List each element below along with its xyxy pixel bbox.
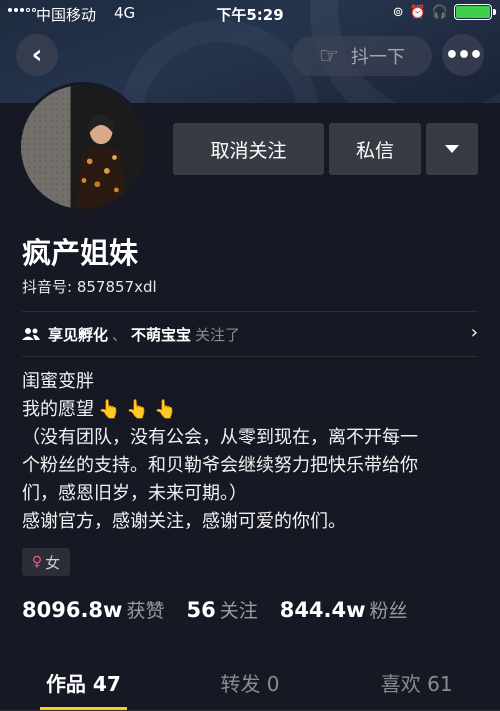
bio-line: （没有团队，没有公会，从零到现在，离不开每一 bbox=[22, 427, 418, 448]
tab-reposts[interactable]: 转发 0 bbox=[167, 660, 334, 710]
mutual-user-1[interactable]: 享见孵化 bbox=[48, 324, 108, 345]
gender-tag: ♀ 女 bbox=[22, 548, 70, 576]
alarm-icon: ⏰ bbox=[409, 4, 426, 20]
unfollow-button[interactable]: 取消关注 bbox=[173, 123, 324, 175]
ellipsis-icon: ••• bbox=[444, 42, 483, 68]
female-icon: ♀ bbox=[31, 554, 43, 570]
status-icons: ⊚ ⏰ 🎧 bbox=[392, 4, 496, 20]
bio-line: 我的愿望 👆 👆 👆 bbox=[22, 396, 482, 424]
mutual-user-2[interactable]: 不萌宝宝 bbox=[131, 324, 191, 345]
gender-label: 女 bbox=[45, 553, 61, 572]
tab-works[interactable]: 作品 47 bbox=[0, 660, 167, 710]
more-button[interactable]: ••• bbox=[442, 34, 484, 76]
shake-button[interactable]: ☞ 抖一下 bbox=[292, 36, 432, 76]
avatar[interactable] bbox=[18, 82, 148, 212]
status-bar: 中国移动 4G 下午5:29 ⊚ ⏰ 🎧 bbox=[0, 0, 500, 28]
headphones-icon: 🎧 bbox=[431, 4, 448, 20]
followers-count[interactable]: 844.4w bbox=[280, 598, 366, 622]
chevron-left-icon: ‹ bbox=[31, 40, 43, 70]
banner-decoration bbox=[120, 20, 320, 103]
douyin-id: 抖音号: 857857xdl bbox=[22, 278, 157, 296]
bio-line-text: 我的愿望 bbox=[22, 399, 94, 420]
likes-count: 8096.8w bbox=[22, 598, 123, 622]
bio-line: 们，感恩旧岁，未来可期。） bbox=[22, 483, 247, 504]
recommend-dropdown-button[interactable] bbox=[426, 123, 478, 175]
profile-stats: 8096.8w 获赞 56 关注 844.4w 粉丝 bbox=[22, 596, 430, 623]
divider bbox=[22, 311, 478, 312]
bio: 闺蜜变胖 我的愿望 👆 👆 👆 （没有团队，没有公会，从零到现在，离不开每一 个粉… bbox=[22, 368, 482, 536]
following-label[interactable]: 关注 bbox=[220, 596, 258, 623]
tab-likes[interactable]: 喜欢 61 bbox=[333, 660, 500, 710]
likes-label: 获赞 bbox=[126, 600, 165, 622]
pointing-up-icon: 👆 👆 👆 bbox=[98, 399, 177, 420]
divider bbox=[22, 356, 478, 357]
caret-down-icon bbox=[445, 145, 459, 153]
bio-line: 感谢官方，感谢关注，感谢可爱的你们。 bbox=[22, 511, 346, 532]
people-icon bbox=[22, 328, 40, 340]
message-button[interactable]: 私信 bbox=[329, 123, 421, 175]
profile-name: 疯产姐妹 bbox=[22, 236, 139, 270]
pointing-hand-icon: ☞ bbox=[319, 43, 339, 69]
shake-label: 抖一下 bbox=[350, 47, 405, 68]
avatar-photo bbox=[21, 85, 145, 209]
followers-label[interactable]: 粉丝 bbox=[370, 596, 408, 623]
chevron-right-icon: › bbox=[470, 322, 478, 343]
profile-tabs: 作品 47 转发 0 喜欢 61 bbox=[0, 660, 500, 711]
mutual-follows-row[interactable]: 享见孵化 、 不萌宝宝 关注了 › bbox=[22, 320, 478, 348]
orientation-lock-icon: ⊚ bbox=[392, 4, 404, 20]
bio-line: 个粉丝的支持。和贝勒爷会继续努力把快乐带给你 bbox=[22, 455, 418, 476]
mutual-suffix: 关注了 bbox=[195, 325, 241, 344]
back-button[interactable]: ‹ bbox=[16, 34, 58, 76]
mutual-separator: 、 bbox=[112, 325, 128, 344]
following-count[interactable]: 56 bbox=[186, 598, 215, 622]
bio-line: 闺蜜变胖 bbox=[22, 371, 94, 392]
battery-icon bbox=[454, 4, 496, 20]
